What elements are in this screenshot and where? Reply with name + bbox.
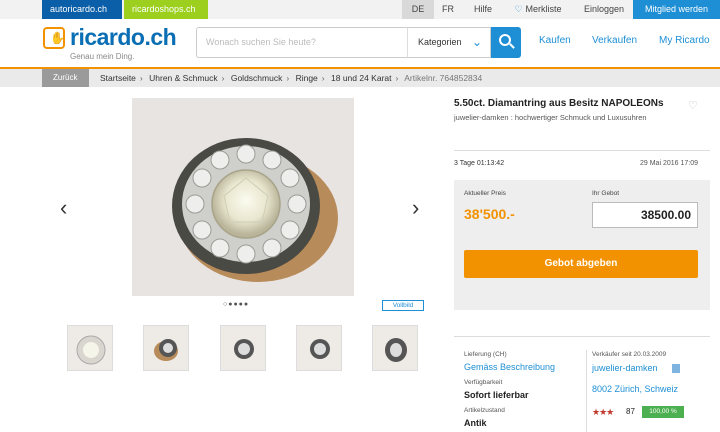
back-button[interactable]: Zurück xyxy=(42,69,89,87)
condition-value: Antik xyxy=(464,418,487,428)
language-fr[interactable]: FR xyxy=(434,0,462,19)
seller-description[interactable]: juwelier-damken : hochwertiger Schmuck u… xyxy=(454,112,680,123)
delivery-label: Lieferung (CH) xyxy=(464,351,507,358)
rating-stars-icon: ★★★ xyxy=(592,407,614,417)
register-button[interactable]: Mitglied werden xyxy=(633,0,720,19)
positive-rating-badge: 100,00 % xyxy=(642,406,684,418)
thumbnail-image[interactable] xyxy=(220,325,266,371)
listing-title: 5.50ct. Diamantring aus Besitz NAPOLEONs xyxy=(454,98,664,109)
watchlist-link[interactable]: ♡ Merkliste xyxy=(506,0,570,19)
thumbnail-image[interactable] xyxy=(372,325,418,371)
seller-name-link[interactable]: juwelier-damken xyxy=(592,363,658,373)
rating-count[interactable]: 87 xyxy=(626,407,635,416)
login-link[interactable]: Einloggen xyxy=(576,0,632,19)
breadcrumb-item[interactable]: Uhren & Schmuck xyxy=(149,73,218,83)
thumbnail-image[interactable] xyxy=(296,325,342,371)
thumbnail-image[interactable] xyxy=(143,325,189,371)
favorite-heart-icon[interactable]: ♡ xyxy=(688,99,698,112)
search-icon-handle xyxy=(509,43,515,49)
bid-input[interactable]: 38500.00 xyxy=(592,202,698,228)
article-number: Artikelnr. 764852834 xyxy=(404,73,483,83)
seller-since: Verkäufer seit 20.03.2009 xyxy=(592,351,667,358)
thumbnail-image[interactable] xyxy=(67,325,113,371)
header: ✋ ricardo.ch Genau mein Ding. Wonach suc… xyxy=(0,19,720,67)
time-left: 3 Tage 01:13:42 xyxy=(454,160,505,167)
breadcrumb-item[interactable]: Goldschmuck xyxy=(231,73,283,83)
logo[interactable]: ricardo.ch xyxy=(70,24,177,51)
language-de[interactable]: DE xyxy=(402,0,434,19)
column-divider xyxy=(586,350,587,432)
previous-image-arrow[interactable]: ‹ xyxy=(60,195,67,221)
delivery-value[interactable]: Gemäss Beschreibung xyxy=(464,362,555,372)
verified-seller-icon xyxy=(672,364,680,373)
availability-value: Sofort lieferbar xyxy=(464,390,529,400)
top-bar: autoricardo.ch ricardoshops.ch DE FR Hil… xyxy=(0,0,720,19)
condition-label: Artikelzustand xyxy=(464,407,505,414)
breadcrumb-item[interactable]: Ringe xyxy=(296,73,318,83)
divider xyxy=(454,150,710,151)
divider xyxy=(454,336,710,337)
heart-icon: ♡ xyxy=(514,4,523,14)
breadcrumb: Zurück Startseite › Uhren & Schmuck › Gold… xyxy=(0,69,720,87)
availability-label: Verfügbarkeit xyxy=(464,379,503,386)
place-bid-button[interactable]: Gebot abgeben xyxy=(464,250,698,278)
end-date: 29 Mai 2016 17:09 xyxy=(640,160,698,167)
breadcrumb-item[interactable]: 18 und 24 Karat xyxy=(331,73,392,83)
bid-panel: Aktueller Preis Ihr Gebot 38'500.- 38500… xyxy=(454,180,710,310)
image-pagination-dots[interactable]: ○●●●● xyxy=(223,301,249,308)
main-product-image[interactable] xyxy=(132,98,354,296)
watchlist-label: Merkliste xyxy=(525,4,562,14)
help-link[interactable]: Hilfe xyxy=(466,0,500,19)
current-price-label: Aktueller Preis xyxy=(464,190,506,197)
logo-hand-icon[interactable]: ✋ xyxy=(43,27,65,49)
seller-location[interactable]: 8002 Zürich, Schweiz xyxy=(592,384,678,394)
next-image-arrow[interactable]: › xyxy=(412,195,419,221)
category-select[interactable]: Kategorien ⌄ xyxy=(407,27,491,58)
bid-label: Ihr Gebot xyxy=(592,190,620,197)
tagline: Genau mein Ding. xyxy=(70,52,135,61)
chevron-down-icon: ⌄ xyxy=(471,35,482,49)
ricardoshops-link[interactable]: ricardoshops.ch xyxy=(124,0,208,19)
breadcrumb-trail: Startseite › Uhren & Schmuck › Goldschmuck… xyxy=(100,73,483,83)
fullscreen-button[interactable]: Vollbild xyxy=(382,300,424,311)
nav-kaufen[interactable]: Kaufen xyxy=(539,35,571,46)
search-button[interactable] xyxy=(491,27,521,58)
autoricardo-link[interactable]: autoricardo.ch xyxy=(42,0,122,19)
breadcrumb-item[interactable]: Startseite xyxy=(100,73,136,83)
nav-my-ricardo[interactable]: My Ricardo xyxy=(659,35,710,46)
current-price: 38'500.- xyxy=(464,206,515,222)
nav-verkaufen[interactable]: Verkaufen xyxy=(592,35,637,46)
search-input[interactable]: Wonach suchen Sie heute? xyxy=(196,27,407,58)
category-label: Kategorien xyxy=(418,37,462,47)
